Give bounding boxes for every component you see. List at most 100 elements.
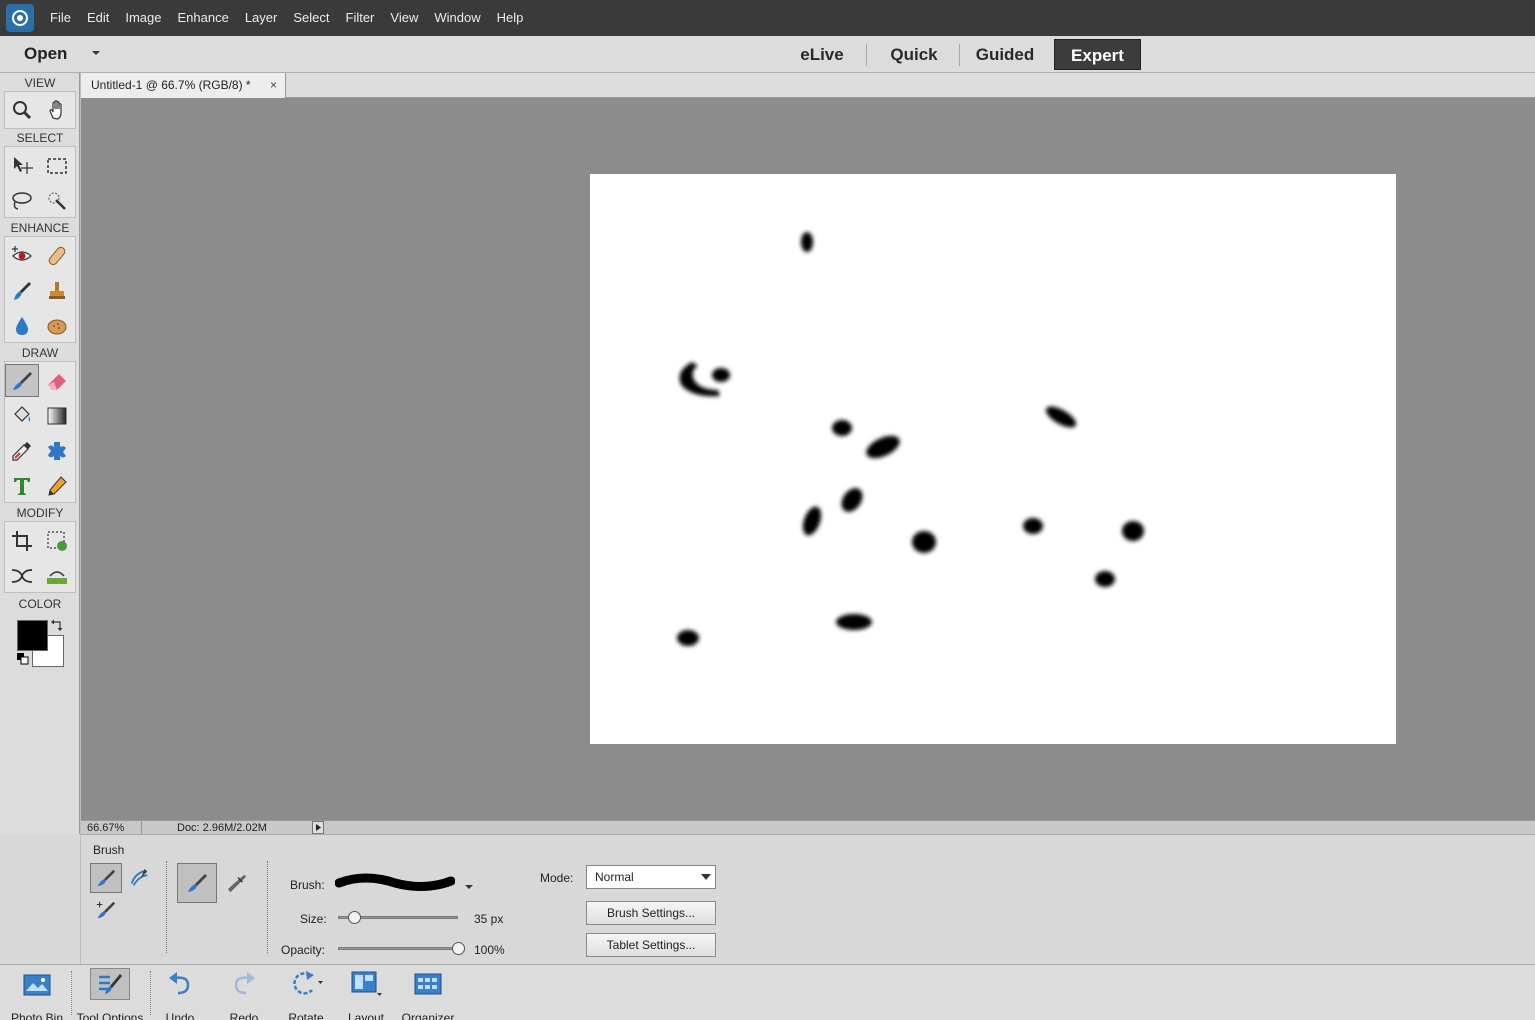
spot-healing-tool-icon[interactable] [40,239,74,272]
tab-quick[interactable]: Quick [874,39,954,70]
photo-bin-button[interactable]: Photo Bin [5,968,69,1020]
redo-button[interactable]: Redo [222,968,266,1020]
tool-options-left-strip [0,834,80,964]
document-size: Doc: 2.96M/2.02M [141,821,314,835]
tab-expert[interactable]: Expert [1054,39,1141,70]
brush-stroke [712,368,730,382]
eraser-tool-icon[interactable] [40,364,74,397]
paint-bucket-tool-icon[interactable] [5,399,39,432]
brush-stroke [836,614,872,630]
tablet-settings-button[interactable]: Tablet Settings... [586,933,716,957]
document-canvas[interactable] [590,174,1396,744]
section-label-enhance: ENHANCE [10,221,70,235]
menu-window[interactable]: Window [426,0,488,36]
tool-group-modify [4,521,76,593]
organizer-button[interactable]: Organizer [398,968,458,1020]
brush-tool-icon[interactable] [5,364,39,397]
sponge-tool-icon[interactable] [40,309,74,342]
close-icon[interactable]: × [270,73,277,97]
recompose-tool-icon[interactable] [40,524,74,557]
rotate-icon [286,968,326,1000]
default-colors-icon[interactable] [16,652,30,666]
size-value[interactable]: 35 px [474,912,503,926]
undo-button[interactable]: Undo [158,968,202,1020]
smart-brush-tool-icon[interactable] [5,274,39,307]
tab-guided[interactable]: Guided [964,39,1046,70]
brush-settings-button[interactable]: Brush Settings... [586,901,716,925]
rotate-button[interactable]: Rotate [282,968,330,1020]
brush-stroke [802,506,822,536]
eyedropper-tool-icon[interactable] [5,434,39,467]
airbrush-icon[interactable] [221,868,253,898]
swap-colors-icon[interactable] [50,618,64,632]
size-slider-thumb[interactable] [348,911,362,924]
zoom-level[interactable]: 66.67% [87,821,124,835]
brush-stroke [841,488,863,512]
airbrush-off-button[interactable] [177,863,217,903]
canvas-workspace[interactable] [81,98,1535,820]
gradient-tool-icon[interactable] [40,399,74,432]
menu-filter[interactable]: Filter [338,0,383,36]
taskbar-separator [71,971,72,1015]
straighten-tool-icon[interactable] [40,559,74,592]
clone-stamp-tool-icon[interactable] [40,274,74,307]
crop-tool-icon[interactable] [5,524,39,557]
document-tab-bar: Untitled-1 @ 66.7% (RGB/8) * × [81,73,1535,98]
status-menu-arrow-icon[interactable] [312,821,324,834]
tool-options-panel: Brush Brush: Size: 35 px Opacity: 100% M… [81,834,1535,964]
content-aware-move-tool-icon[interactable] [5,559,39,592]
brush-stroke [1045,406,1077,428]
brush-stroke [1023,518,1043,534]
photo-bin-icon [17,968,57,1000]
pencil-tool-icon[interactable] [40,469,74,502]
size-label: Size: [300,912,327,926]
menu-view[interactable]: View [382,0,426,36]
brush-preset-picker[interactable] [334,869,456,897]
type-tool-icon[interactable] [5,469,39,502]
marquee-tool-icon[interactable] [40,149,74,182]
lasso-tool-icon[interactable] [5,184,39,217]
opacity-value[interactable]: 100% [474,943,505,957]
quick-selection-tool-icon[interactable] [40,184,74,217]
menu-select[interactable]: Select [285,0,337,36]
menu-edit[interactable]: Edit [79,0,117,36]
app-logo-icon[interactable] [6,4,34,32]
menu-file[interactable]: File [42,0,79,36]
opacity-slider-track[interactable] [338,947,458,950]
tool-options-icon [90,968,130,1000]
document-tab-title: Untitled-1 @ 66.7% (RGB/8) * [91,78,251,92]
menu-image[interactable]: Image [117,0,169,36]
taskbar-separator [150,971,151,1015]
menu-bar: File Edit Image Enhance Layer Select Fil… [0,0,1535,36]
blur-tool-icon[interactable] [5,309,39,342]
tab-elive[interactable]: eLive [784,39,860,70]
foreground-color-swatch[interactable] [17,620,48,651]
brush-stroke [1095,571,1115,587]
blend-mode-select[interactable]: Normal [586,865,716,889]
task-bar: Photo Bin Tool Options Undo Redo Rotate … [0,964,1535,1020]
tool-group-draw [4,361,76,503]
section-label-color: COLOR [18,597,62,611]
mode-label: Mode: [540,871,574,885]
open-dropdown-icon[interactable] [90,47,102,59]
brush-preset-dropdown-icon[interactable] [464,879,474,889]
color-replacement-brush-icon[interactable] [90,895,122,925]
menu-help[interactable]: Help [489,0,532,36]
hand-tool-icon[interactable] [40,93,74,126]
document-tab[interactable]: Untitled-1 @ 66.7% (RGB/8) * × [81,73,286,98]
zoom-tool-icon[interactable] [5,93,39,126]
move-tool-icon[interactable] [5,149,39,182]
open-button[interactable]: Open [10,40,81,68]
menu-layer[interactable]: Layer [237,0,286,36]
layout-button[interactable]: Layout [342,968,390,1020]
red-eye-tool-icon[interactable] [5,239,39,272]
brush-stroke [1122,521,1144,541]
tool-options-button[interactable]: Tool Options [74,968,146,1020]
opacity-slider-thumb[interactable] [451,942,465,955]
brush-stroke [677,630,699,646]
menu-enhance[interactable]: Enhance [170,0,237,36]
tool-group-view [4,91,76,129]
brush-option-button[interactable] [90,863,122,893]
impressionist-brush-icon[interactable] [123,863,155,893]
custom-shape-tool-icon[interactable] [40,434,74,467]
